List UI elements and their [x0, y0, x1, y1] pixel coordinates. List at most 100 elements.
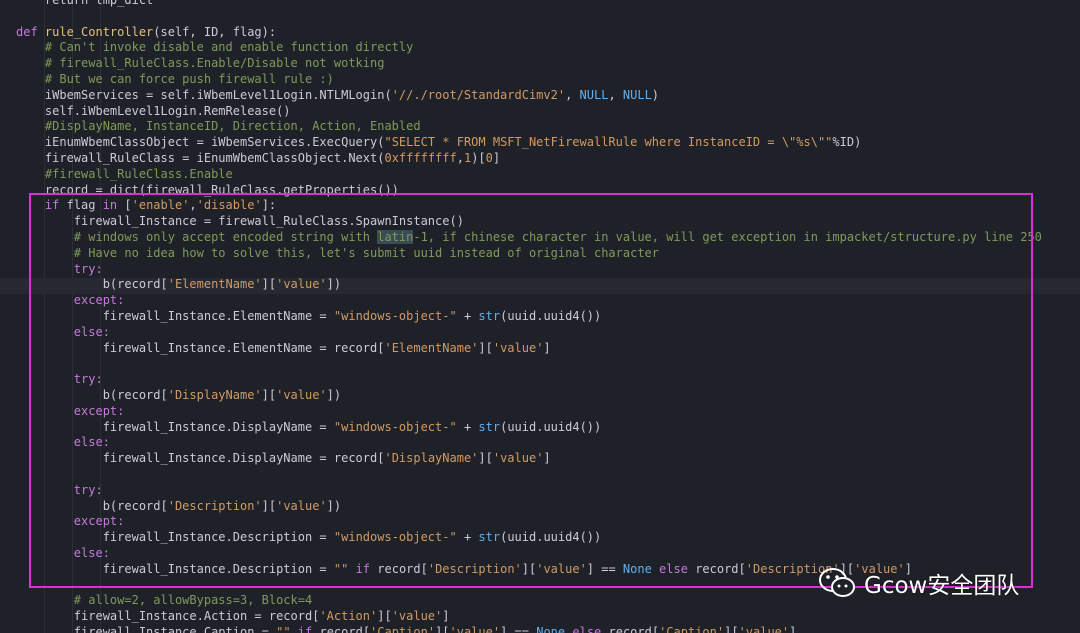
- code-token: 0xffffffff: [384, 151, 457, 165]
- code-token: ] ==: [500, 625, 537, 633]
- watermark: Gcow安全团队: [818, 565, 1019, 601]
- code-line: else:: [16, 324, 110, 340]
- code-line: self.iWbemLevel1Login.RemRelease(): [16, 103, 291, 119]
- code-token: else: [651, 561, 696, 576]
- code-token: "": [276, 625, 291, 633]
- code-token: ][: [724, 625, 739, 633]
- code-token: ]): [326, 277, 342, 292]
- code-token: firewall_Instance.Caption =: [16, 625, 277, 633]
- code-token: firewall_Instance.Description =: [16, 530, 334, 545]
- code-token: firewall_Instance.ElementName = record[: [16, 340, 385, 355]
- code-token: ): [651, 87, 660, 102]
- code-token: -1, if chinese character in value, will …: [413, 230, 1042, 244]
- code-token: ,: [456, 151, 464, 165]
- code-token: 'disable': [196, 198, 262, 213]
- code-token: else:: [16, 435, 110, 450]
- code-line: firewall_Instance.DisplayName = record[ '…: [16, 450, 551, 466]
- code-token: 'ElementName': [384, 340, 479, 355]
- code-line: # allow=2, allowBypass=3, Block=4: [16, 592, 312, 608]
- code-token: str: [478, 309, 501, 323]
- code-token: 'enable': [131, 198, 190, 213]
- code-token: rule_Controller: [44, 24, 154, 39]
- code-token: try:: [16, 372, 103, 387]
- watermark-text: Gcow安全团队: [864, 573, 1020, 599]
- code-line: return tmp_dict: [16, 0, 153, 8]
- code-token: firewall_RuleClass = iEnumWbemClassObjec…: [16, 151, 385, 165]
- code-line: firewall_Instance.Description = "" if re…: [16, 561, 912, 577]
- code-token: firewall_Instance.ElementName =: [16, 309, 334, 323]
- code-token: firewall_Instance.DisplayName = record[: [16, 451, 385, 466]
- code-line: try:: [16, 261, 103, 277]
- code-token: 'DisplayName': [167, 388, 262, 402]
- code-token: #firewall_RuleClass.Enable: [16, 166, 233, 181]
- code-token: if: [297, 625, 320, 633]
- code-token: ][: [435, 625, 450, 633]
- code-line: # firewall_RuleClass.Enable/Disable not …: [16, 55, 385, 71]
- code-line: firewall_Instance = firewall_RuleClass.S…: [16, 213, 464, 229]
- code-token: record[: [319, 625, 371, 633]
- code-token: "windows-object-": [333, 419, 457, 434]
- code-line: b(record['Description']['value']): [16, 498, 341, 514]
- code-line: if flag in ['enable','disable']:: [16, 197, 276, 213]
- code-token: # allow=2, allowBypass=3, Block=4: [16, 593, 313, 608]
- code-token: ,: [565, 87, 580, 102]
- code-token: 'value': [276, 498, 327, 513]
- code-token: +: [456, 419, 479, 434]
- code-line: b(record['DisplayName']['value']): [16, 387, 341, 403]
- code-token: 'value': [391, 609, 443, 624]
- code-line: record = dict(firewall_RuleClass.getProp…: [16, 182, 399, 198]
- code-line: # windows only accept encoded string wit…: [16, 229, 1042, 245]
- code-token: 'Caption': [370, 625, 436, 633]
- code-token: ]): [326, 388, 342, 402]
- code-token: 'Description': [167, 498, 262, 513]
- code-line: firewall_Instance.ElementName = "windows…: [16, 308, 602, 324]
- code-token: return tmp_dict: [16, 0, 154, 7]
- code-token: record[: [695, 561, 746, 576]
- code-token: else:: [16, 546, 110, 560]
- code-token: 'value': [492, 340, 544, 355]
- code-token: +: [456, 530, 479, 545]
- code-line: # Can't invoke disable and enable functi…: [16, 39, 413, 55]
- code-token: ][: [521, 561, 537, 576]
- code-token: latin: [377, 230, 414, 244]
- code-token: 'Action': [319, 609, 378, 624]
- code-token: 'value': [276, 277, 327, 292]
- code-token: flag: [66, 198, 103, 213]
- code-line: try:: [16, 371, 103, 387]
- code-line: except:: [16, 403, 125, 419]
- code-token: ][: [377, 609, 392, 624]
- code-token: iWbemServices = self.iWbemLevel1Login.NT…: [16, 87, 392, 102]
- code-line: #firewall_RuleClass.Enable: [16, 166, 233, 182]
- code-token: 'Caption': [659, 625, 725, 633]
- code-token: 'value': [738, 625, 790, 633]
- code-token: if: [16, 198, 67, 213]
- code-token: ]: [492, 151, 501, 165]
- code-token: ,: [189, 198, 197, 213]
- code-line: except:: [16, 292, 125, 308]
- code-token: ]: [543, 340, 551, 355]
- code-token: # Have no idea how to solve this, let's …: [16, 245, 659, 260]
- code-token: 'Description': [427, 561, 522, 576]
- code-token: +: [456, 309, 479, 323]
- code-token: ][: [478, 451, 493, 466]
- code-token: # firewall_RuleClass.Enable/Disable not …: [16, 56, 385, 71]
- code-line: firewall_RuleClass = iEnumWbemClassObjec…: [16, 150, 500, 166]
- code-editor[interactable]: return tmp_dict def rule_Controller(self,…: [0, 0, 1080, 633]
- code-token: ]:: [261, 198, 277, 213]
- code-token: record[: [608, 625, 660, 633]
- code-token: (uuid.uuid4()): [500, 419, 602, 434]
- code-token: in: [102, 198, 125, 213]
- code-line: try:: [16, 482, 103, 498]
- code-token: try:: [16, 482, 103, 497]
- code-line: b(record['ElementName']['value']): [16, 276, 341, 292]
- code-line: except:: [16, 513, 125, 529]
- code-token: ][: [261, 388, 277, 402]
- code-token: except:: [16, 514, 125, 529]
- code-line: firewall_Instance.Action = record['Actio…: [16, 608, 450, 624]
- code-token: 'value': [492, 451, 544, 466]
- code-line: iWbemServices = self.iWbemLevel1Login.NT…: [16, 87, 659, 103]
- code-token: b(record[: [16, 388, 168, 402]
- code-token: # Can't invoke disable and enable functi…: [16, 40, 414, 55]
- code-token: #DisplayName, InstanceID, Direction, Act…: [16, 119, 421, 134]
